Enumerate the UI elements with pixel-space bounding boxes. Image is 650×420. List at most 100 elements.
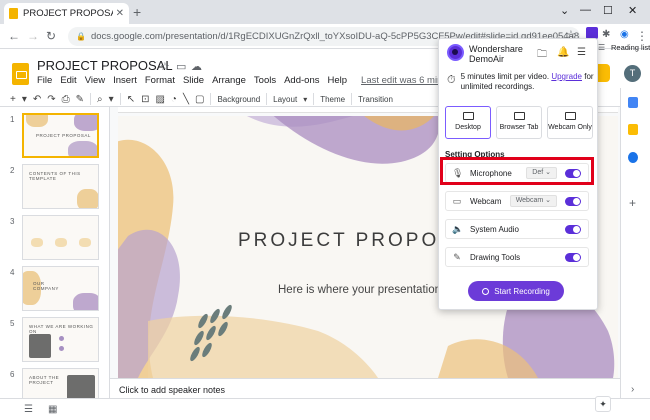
- menu-edit[interactable]: Edit: [60, 75, 76, 86]
- account-avatar[interactable]: T: [624, 65, 641, 82]
- menu-view[interactable]: View: [85, 75, 105, 86]
- line-icon[interactable]: ╲: [183, 94, 189, 105]
- paint-stroke-shape: [68, 141, 97, 156]
- slide-subtitle[interactable]: Here is where your presentation b: [278, 284, 451, 296]
- lock-icon: 🔒: [76, 32, 86, 41]
- slide-title[interactable]: PROJECT PROPOS: [238, 230, 455, 252]
- close-window-icon[interactable]: ✕: [628, 4, 637, 17]
- menu-file[interactable]: File: [37, 75, 52, 86]
- forward-icon[interactable]: →: [27, 29, 39, 43]
- menu-addons[interactable]: Add-ons: [284, 75, 319, 86]
- explore-button[interactable]: ✦: [595, 396, 611, 412]
- cloud-status-icon[interactable]: ☁: [191, 60, 202, 73]
- calendar-icon[interactable]: [628, 97, 638, 108]
- mode-browser-tab[interactable]: Browser Tab: [496, 106, 542, 139]
- thumb-title: PROJECT PROPOSAL: [36, 133, 91, 138]
- move-folder-icon[interactable]: ▭: [176, 60, 186, 73]
- text-box-icon[interactable]: ⊡: [141, 94, 149, 105]
- menu-format[interactable]: Format: [145, 75, 175, 86]
- toolbar-divider: [266, 93, 268, 105]
- layout-dropdown-icon[interactable]: ▾: [303, 95, 307, 104]
- webcam-select[interactable]: Webcam ⌄: [509, 195, 557, 207]
- time-limit-text: 5 minutes limit per video. Upgrade for u…: [461, 72, 597, 92]
- transition-button[interactable]: Transition: [358, 95, 393, 104]
- image-icon[interactable]: ▨: [155, 94, 164, 105]
- mode-webcam-only[interactable]: Webcam Only: [547, 106, 593, 139]
- menu-arrange[interactable]: Arrange: [212, 75, 246, 86]
- timer-icon: ⏱: [447, 74, 456, 86]
- menu-tools[interactable]: Tools: [254, 75, 276, 86]
- grid-view-icon[interactable]: ▦: [48, 404, 57, 415]
- print-icon[interactable]: ⎙: [62, 94, 70, 105]
- tasks-icon[interactable]: [628, 152, 638, 163]
- browser-tab[interactable]: PROJECT PROPOSAL - Google Sl ✕: [4, 3, 129, 24]
- shape-icon[interactable]: ◔: [171, 94, 177, 105]
- extensions-puzzle-icon[interactable]: ✱: [602, 29, 610, 40]
- new-slide-dropdown-icon[interactable]: ▾: [22, 94, 27, 105]
- select-cursor-icon[interactable]: ↖: [127, 94, 135, 105]
- comment-add-icon[interactable]: ▢: [195, 94, 204, 105]
- background-button[interactable]: Background: [217, 95, 260, 104]
- popup-header: Wondershare DemoAir 🗀 🔔 ☰: [439, 39, 597, 69]
- upgrade-link[interactable]: Upgrade: [551, 72, 582, 81]
- reading-list-label[interactable]: Reading list: [611, 43, 650, 52]
- demoair-logo-icon: [447, 44, 464, 61]
- tab-search-icon[interactable]: ⌄: [560, 4, 569, 17]
- maximize-icon[interactable]: ☐: [603, 4, 613, 17]
- bottom-bar: ☰ ▦: [0, 398, 650, 420]
- slides-logo-icon[interactable]: [12, 63, 29, 85]
- redo-icon[interactable]: ↷: [47, 94, 55, 105]
- browser-menu-icon[interactable]: ⋮: [636, 29, 648, 43]
- menu-help[interactable]: Help: [327, 75, 347, 86]
- webcam-select-value: Webcam: [515, 197, 544, 204]
- toolbar-divider: [313, 93, 315, 105]
- option-webcam: ▭ Webcam Webcam ⌄: [445, 191, 589, 211]
- mode-desktop[interactable]: Desktop: [445, 106, 491, 139]
- slide-number: 1: [10, 115, 15, 124]
- reload-icon[interactable]: ↻: [46, 29, 56, 43]
- toolbar-divider: [210, 93, 212, 105]
- drawing-tools-toggle[interactable]: [565, 252, 581, 262]
- theme-button[interactable]: Theme: [320, 95, 345, 104]
- toolbar-divider: [90, 93, 92, 105]
- system-audio-toggle[interactable]: [565, 224, 581, 234]
- webcam-toggle[interactable]: [565, 196, 581, 206]
- slide-thumb-image: [22, 215, 99, 260]
- notification-bell-icon[interactable]: 🔔: [557, 47, 569, 58]
- keep-icon[interactable]: [628, 124, 638, 135]
- speaker-notes[interactable]: Click to add speaker notes: [110, 378, 620, 398]
- star-icon[interactable]: ☆: [160, 60, 170, 73]
- editor-toolbar: + ▾ ↶ ↷ ⎙ ✎ ⌕ ▾ ↖ ⊡ ▨ ◔ ╲ ▢ Background L…: [10, 92, 440, 106]
- limit-text: 5 minutes limit per video.: [460, 72, 550, 81]
- hamburger-menu-icon[interactable]: ☰: [577, 47, 586, 58]
- mode-webcam-only-label: Webcam Only: [548, 124, 592, 131]
- thumb-title: OUR COMPANY: [33, 281, 59, 291]
- zoom-icon[interactable]: ⌕: [97, 94, 103, 105]
- undo-icon[interactable]: ↶: [33, 94, 41, 105]
- menu-insert[interactable]: Insert: [113, 75, 137, 86]
- back-icon[interactable]: ←: [8, 29, 20, 43]
- slide-number: 6: [10, 370, 15, 379]
- minimize-icon[interactable]: —: [580, 4, 591, 16]
- menu-slide[interactable]: Slide: [183, 75, 204, 86]
- paint-stroke-shape: [74, 115, 97, 131]
- new-slide-icon[interactable]: +: [10, 94, 16, 105]
- document-title[interactable]: PROJECT PROPOSAL: [37, 58, 173, 73]
- paint-stroke-shape: [79, 238, 91, 247]
- zoom-dropdown-icon[interactable]: ▾: [109, 94, 114, 105]
- paint-format-icon[interactable]: ✎: [76, 94, 84, 105]
- collapse-panel-icon[interactable]: ›: [631, 384, 634, 395]
- layout-button[interactable]: Layout: [273, 95, 297, 104]
- add-addon-icon[interactable]: +: [629, 196, 636, 210]
- profile-icon[interactable]: ◉: [620, 29, 629, 40]
- folder-icon[interactable]: 🗀: [537, 47, 547, 64]
- filmstrip-view-icon[interactable]: ☰: [24, 404, 33, 415]
- reading-list-icon[interactable]: ☰: [598, 43, 605, 52]
- highlight-box: [440, 157, 594, 185]
- new-tab-icon[interactable]: +: [133, 4, 141, 20]
- brand-line-2: DemoAir: [469, 54, 505, 64]
- start-recording-button[interactable]: Start Recording: [468, 281, 564, 301]
- close-tab-icon[interactable]: ✕: [116, 8, 124, 19]
- popup-brand: Wondershare DemoAir: [469, 44, 523, 64]
- slide-number: 4: [10, 268, 15, 277]
